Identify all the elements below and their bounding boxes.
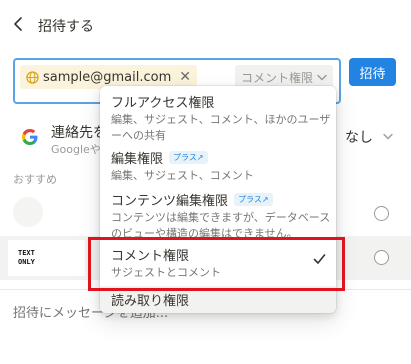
option-title: 読み取り権限	[111, 294, 190, 309]
chevron-down-icon	[383, 133, 393, 140]
highlight-box	[88, 237, 345, 291]
avatar: TEXT ONLY	[8, 240, 85, 276]
option-edit[interactable]: 編集権限 プラス↗ 編集、サジェスト、コメント	[100, 148, 336, 184]
option-title: 編集権限	[111, 152, 164, 167]
option-title: フルアクセス権限	[111, 96, 215, 111]
header: 招待する	[0, 0, 411, 50]
google-logo	[22, 129, 38, 145]
option-content-edit[interactable]: コンテンツ編集権限 プラス↗ コンテンツは編集できますが、データベースのビューや…	[100, 190, 336, 242]
avatar-text-line2: ONLY	[18, 258, 35, 266]
option-title: コンテンツ編集権限	[111, 194, 229, 209]
plus-badge[interactable]: プラス↗	[234, 193, 273, 206]
invite-button[interactable]: 招待	[349, 58, 396, 86]
chevron-left-icon[interactable]	[12, 16, 26, 32]
option-description: 編集、サジェスト、コメント、ほかのユーザーへの共有	[111, 113, 331, 142]
avatar-text-line1: TEXT	[18, 249, 35, 257]
option-description: 編集、サジェスト、コメント	[111, 169, 254, 182]
email-chip-label: sample@gmail.com	[43, 69, 172, 85]
plus-badge[interactable]: プラス↗	[169, 151, 208, 164]
radio-button[interactable]	[374, 206, 389, 221]
recommended-label: おすすめ	[13, 173, 57, 186]
remove-chip-icon[interactable]: ✕	[179, 69, 191, 85]
permission-select-label: コメント権限	[240, 70, 313, 85]
contacts-permission[interactable]: なし	[345, 127, 373, 147]
avatar	[13, 197, 43, 227]
globe-icon	[26, 70, 39, 84]
contacts-title: 連絡先を	[51, 125, 107, 141]
chevron-down-icon	[317, 74, 327, 80]
radio-button[interactable]	[374, 250, 389, 265]
page-title: 招待する	[38, 19, 94, 35]
option-full-access[interactable]: フルアクセス権限 編集、サジェスト、コメント、ほかのユーザーへの共有	[100, 92, 336, 144]
